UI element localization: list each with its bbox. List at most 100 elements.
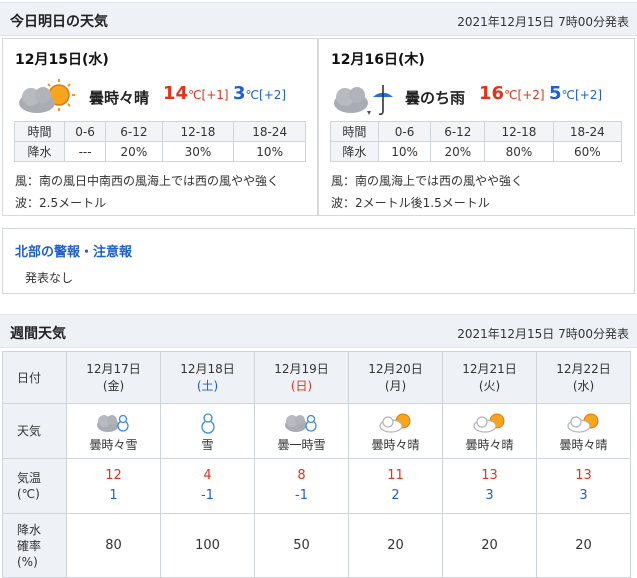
cloud-sun-icon <box>566 413 598 433</box>
weekly-date-cell: 12月17日 (金) <box>66 351 161 404</box>
weekly-date-cell: 12月20日 (月) <box>348 351 443 404</box>
today-issued-time: 2021年12月15日 7時00分発表 <box>457 15 629 29</box>
row-label-pop-line: 降水 <box>17 522 42 537</box>
weekly-weather-cell: 雪 <box>160 403 255 459</box>
weekly-temp-row: 気温 (℃) 12 1 4 -1 8 -1 11 2 13 3 13 3 <box>2 458 631 514</box>
row-label-pop: 降水 確率 (%) <box>2 513 67 578</box>
temp-unit: ℃ <box>504 88 518 102</box>
precip-header-row: 時間 0-6 6-12 12-18 18-24 <box>330 121 623 142</box>
weekly-date: 12月17日 <box>86 361 141 376</box>
warning-panel: 北部の警報・注意報 発表なし <box>2 228 635 294</box>
weekly-date-cell: 12月19日 (日) <box>254 351 349 404</box>
precip-header-cell: 6-12 <box>430 121 486 142</box>
weekly-weather-cell: 曇時々晴 <box>442 403 537 459</box>
low-temp-value: 5 <box>549 83 562 104</box>
weekly-section-title: 週間天気 <box>10 326 66 342</box>
high-temp: 16℃[+2] <box>479 83 545 104</box>
precip-header-cell: 時間 <box>14 121 65 142</box>
high-temp-diff: [+1] <box>201 88 229 102</box>
weekly-weather-text: 曇時々雪 <box>89 437 138 452</box>
weekly-issued-time: 2021年12月15日 7時00分発表 <box>457 327 629 341</box>
precip-cell: 30% <box>161 141 235 162</box>
row-label-weather: 天気 <box>2 403 67 459</box>
day-panel-today: 12月15日(水) 曇時々晴 14℃[+1] 3℃[+2] 時間 0-6 6-1… <box>2 38 318 216</box>
precip-header-cell: 18-24 <box>552 121 623 142</box>
weekly-weather-text: 曇時々晴 <box>465 437 514 452</box>
precip-header-cell: 12-18 <box>484 121 554 142</box>
weekly-low-temp: -1 <box>201 488 214 503</box>
cloud-snow-icon <box>284 414 317 432</box>
weekly-dow: (日) <box>290 378 313 393</box>
weekly-date: 12月19日 <box>274 361 329 376</box>
weekly-weather-text: 曇時々晴 <box>371 437 420 452</box>
cloud-then-rain-icon <box>334 85 393 115</box>
precip-value-row: 降水 --- 20% 30% 10% <box>14 141 306 162</box>
weekly-weather-text: 雪 <box>201 437 214 452</box>
weekly-temp-cell: 12 1 <box>66 458 161 514</box>
precip-cell: 10% <box>377 141 432 162</box>
weekly-temp-cell: 4 -1 <box>160 458 255 514</box>
precip-cell: 20% <box>430 141 486 162</box>
weekly-high-temp: 13 <box>481 468 498 483</box>
weekly-table: 日付 12月17日 (金) 12月18日 (土) 12月19日 (日) 12月20日 (… <box>2 351 631 578</box>
precip-cell: 20% <box>105 141 163 162</box>
weekly-weather-cell: 曇時々晴 <box>348 403 443 459</box>
high-temp: 14℃[+1] <box>163 83 229 104</box>
today-section-title: 今日明日の天気 <box>10 14 108 30</box>
weekly-pop-row: 降水 確率 (%) 80 100 50 20 20 20 <box>2 513 631 578</box>
row-label-pop-unit: (%) <box>17 554 38 569</box>
high-temp-value: 14 <box>163 83 189 104</box>
precip-header-cell: 6-12 <box>105 121 163 142</box>
weekly-high-temp: 11 <box>387 468 404 483</box>
temp-unit: ℃ <box>188 88 202 102</box>
weekly-date-cell: 12月18日 (土) <box>160 351 255 404</box>
weekly-date-row: 日付 12月17日 (金) 12月18日 (土) 12月19日 (日) 12月20日 (… <box>2 351 631 404</box>
precip-cell: 80% <box>484 141 554 162</box>
weekly-section-header: 週間天気 2021年12月15日 7時00分発表 <box>0 314 637 348</box>
weather-text: 曇のち雨 <box>405 89 466 107</box>
precip-cell: 10% <box>233 141 306 162</box>
low-temp: 3℃[+2] <box>233 83 286 104</box>
precip-row-label: 降水 <box>14 141 65 162</box>
weekly-low-temp: 1 <box>109 488 118 503</box>
day-date: 12月16日(木) <box>331 52 425 68</box>
weather-text: 曇時々晴 <box>89 89 150 107</box>
weekly-dow: (水) <box>572 378 595 393</box>
row-label-temp-line: 気温 <box>17 471 42 485</box>
row-label-temp-unit: (℃) <box>17 487 40 501</box>
precip-row-label: 降水 <box>330 141 379 162</box>
weekly-date: 12月18日 <box>180 361 235 376</box>
weekly-high-temp: 13 <box>575 468 592 483</box>
weekly-dow: (土) <box>196 378 219 393</box>
high-temp-value: 16 <box>479 83 505 104</box>
cloud-sun-icon <box>378 413 410 433</box>
weekly-low-temp: 3 <box>485 488 494 503</box>
weekly-high-temp: 4 <box>203 468 212 483</box>
weekly-date: 12月20日 <box>368 361 423 376</box>
precip-header-row: 時間 0-6 6-12 12-18 18-24 <box>14 121 306 142</box>
weekly-date-cell: 12月21日 (火) <box>442 351 537 404</box>
weekly-low-temp: -1 <box>295 488 308 503</box>
weekly-weather-row: 天気 曇時々雪 雪 曇一時雪 曇時々晴 曇時々晴 曇時々晴 <box>2 403 631 459</box>
weekly-date: 12月21日 <box>462 361 517 376</box>
row-label-temp: 気温 (℃) <box>2 458 67 514</box>
weekly-pop-cell: 20 <box>348 513 443 578</box>
day-panel-tomorrow: 12月16日(木) 曇のち雨 16℃[+2] 5℃[+2] 時間 0-6 6-1… <box>318 38 635 216</box>
warning-title-link[interactable]: 北部の警報・注意報 <box>15 241 132 260</box>
low-temp-diff: [+2] <box>259 88 287 102</box>
weekly-temp-cell: 13 3 <box>536 458 631 514</box>
day-date: 12月15日(水) <box>15 52 109 68</box>
weekly-date: 12月22日 <box>556 361 611 376</box>
weekly-weather-cell: 曇時々晴 <box>536 403 631 459</box>
weekly-temp-cell: 13 3 <box>442 458 537 514</box>
weekly-pop-cell: 20 <box>442 513 537 578</box>
weekly-dow: (金) <box>102 378 125 393</box>
weekly-high-temp: 12 <box>105 468 122 483</box>
cloud-sun-icon <box>19 79 75 113</box>
wave-text: 波：2.5メートル <box>15 196 107 210</box>
weekly-pop-cell: 50 <box>254 513 349 578</box>
weekly-weather-text: 曇一時雪 <box>277 437 326 452</box>
precip-value-row: 降水 10% 20% 80% 60% <box>330 141 623 162</box>
precip-cell: 60% <box>552 141 623 162</box>
weekly-dow: (火) <box>478 378 501 393</box>
